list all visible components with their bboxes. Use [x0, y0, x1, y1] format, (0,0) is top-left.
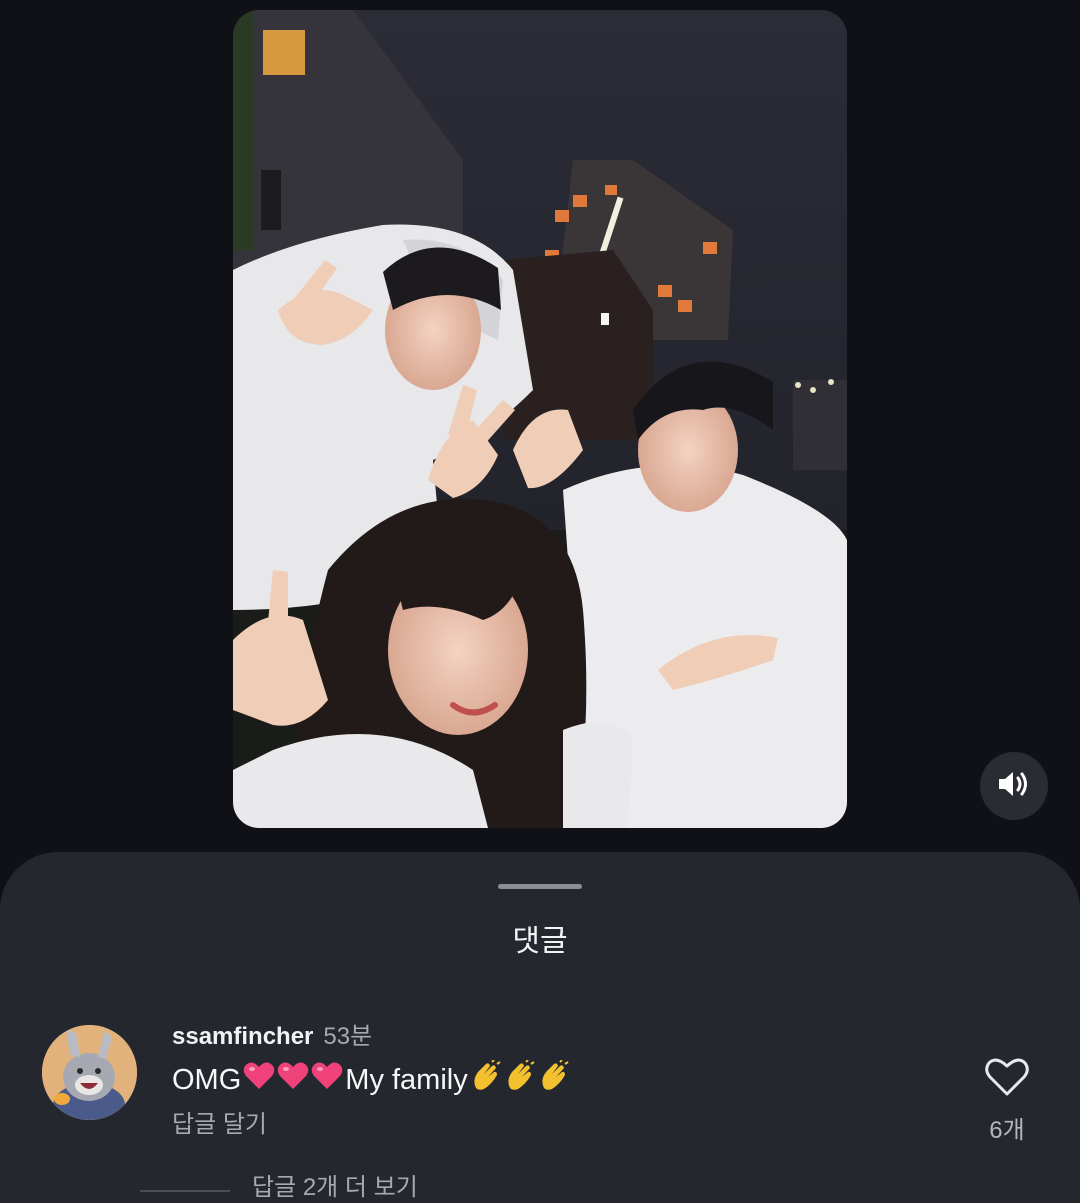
- speaker-on-icon: [997, 769, 1031, 803]
- like-count: 6개: [989, 1117, 1025, 1144]
- heart-emoji-icon: [311, 1061, 343, 1099]
- comments-sheet: 댓글 ssamfincher 53분 OMG My family 답글 달기 6…: [0, 852, 1080, 1203]
- reels-comments-screen: 댓글 ssamfincher 53분 OMG My family 답글 달기 6…: [0, 0, 1080, 1203]
- view-more-replies-button[interactable]: 답글 2개 더 보기: [140, 1164, 418, 1203]
- sound-toggle-button[interactable]: [980, 752, 1048, 820]
- sheet-title: 댓글: [512, 924, 568, 959]
- comment-time: 53분: [323, 1023, 373, 1050]
- clap-emoji-icon: [538, 1059, 570, 1100]
- comment-meta: ssamfincher 53분: [172, 1016, 373, 1051]
- comment-text-end: My family: [345, 1063, 468, 1096]
- heart-emoji-group: [243, 1061, 343, 1099]
- group-photo: [233, 10, 847, 828]
- clap-emoji-icon: [470, 1059, 502, 1100]
- like-button[interactable]: [984, 1056, 1030, 1098]
- sheet-drag-handle[interactable]: [498, 884, 582, 889]
- video-player[interactable]: [233, 10, 847, 828]
- comment-item: ssamfincher 53분 OMG My family 답글 달기 6개: [0, 1012, 1080, 1144]
- clap-emoji-icon: [504, 1059, 536, 1100]
- reply-button[interactable]: 답글 달기: [172, 1104, 267, 1139]
- comment-username[interactable]: ssamfincher: [172, 1023, 313, 1051]
- heart-emoji-icon: [243, 1061, 275, 1099]
- view-more-replies-label: 답글 2개 더 보기: [252, 1173, 418, 1201]
- comment-text: OMG My family: [172, 1059, 572, 1100]
- heart-emoji-icon: [277, 1061, 309, 1099]
- heart-outline-icon: [984, 1058, 1030, 1102]
- comment-text-start: OMG: [172, 1063, 242, 1096]
- avatar[interactable]: [42, 1025, 137, 1120]
- clap-emoji-group: [470, 1059, 570, 1100]
- replies-divider: [140, 1190, 230, 1192]
